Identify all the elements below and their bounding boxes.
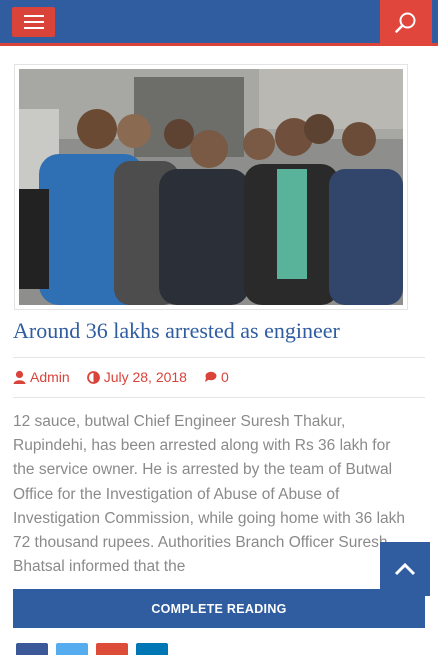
post-image[interactable]: [14, 64, 408, 310]
comment-count: 0: [220, 369, 229, 385]
author-name: Admin: [30, 369, 70, 385]
search-icon: [395, 12, 416, 33]
menu-button[interactable]: [12, 7, 55, 37]
divider: [13, 357, 425, 358]
comments-link[interactable]: 0: [204, 369, 229, 385]
linkedin-icon[interactable]: [136, 643, 168, 655]
google-plus-icon[interactable]: [96, 643, 128, 655]
top-navigation-bar: [0, 0, 438, 46]
search-button[interactable]: [380, 0, 432, 46]
complete-reading-button[interactable]: COMPLETE READING: [13, 589, 425, 628]
post-date: July 28, 2018: [103, 369, 187, 385]
date-link[interactable]: July 28, 2018: [86, 369, 187, 385]
twitter-icon[interactable]: [56, 643, 88, 655]
hamburger-menu-icon: [23, 15, 44, 17]
divider: [13, 397, 425, 398]
user-icon: [13, 370, 26, 384]
chevron-up-icon: [394, 562, 416, 576]
facebook-icon[interactable]: [16, 643, 48, 655]
share-bar: [16, 643, 168, 655]
post-title[interactable]: Around 36 lakhs arrested as engineer: [13, 318, 340, 344]
post-meta: Admin July 28, 2018 0: [13, 369, 246, 385]
author-link[interactable]: Admin: [13, 369, 70, 385]
post-excerpt: 12 sauce, butwal Chief Engineer Suresh T…: [13, 413, 406, 576]
news-photo: [19, 69, 403, 305]
comment-icon: [204, 371, 217, 382]
scroll-to-top-button[interactable]: [380, 542, 430, 596]
clock-icon: [86, 370, 100, 384]
